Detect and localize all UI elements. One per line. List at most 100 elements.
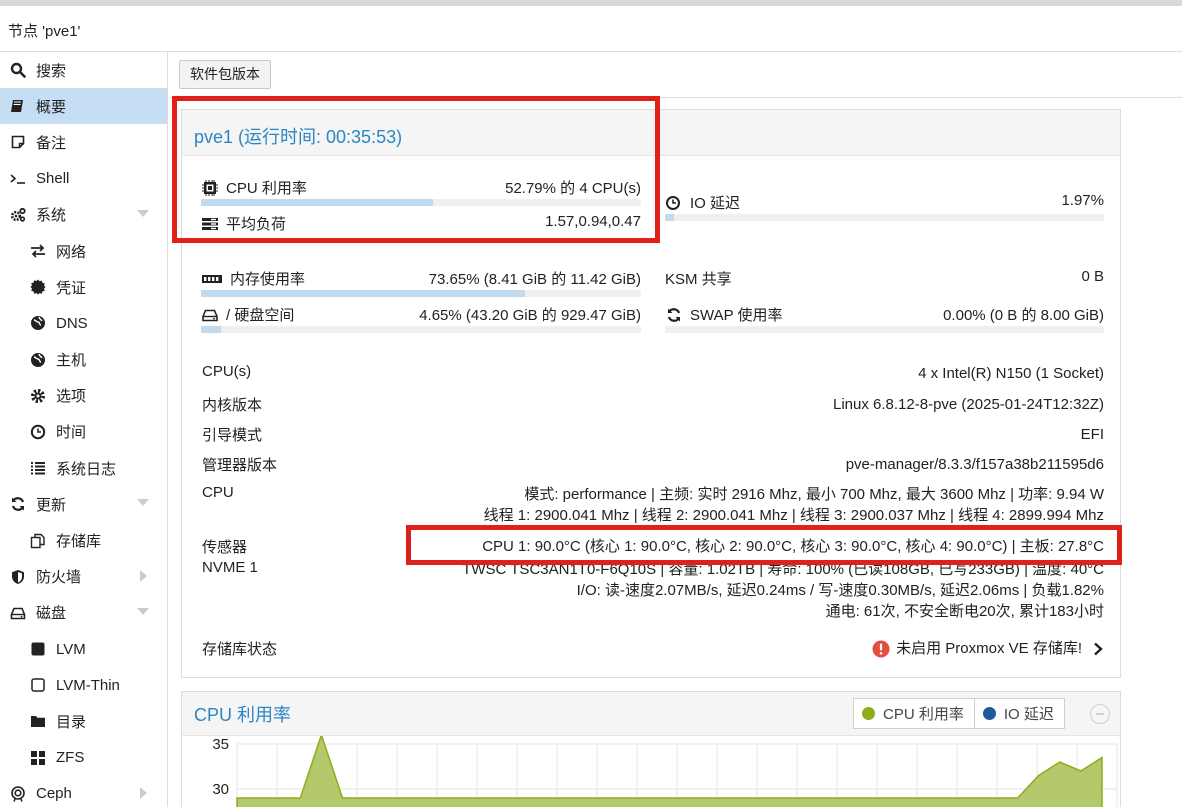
info-label: NVME 1 (202, 559, 258, 576)
sidebar-item-label: LVM-Thin (56, 676, 120, 694)
cpu-usage-chart: 35 30 (212, 736, 1118, 807)
sidebar-item-label: 存储库 (56, 533, 102, 551)
sidebar-item-syslog[interactable]: 系统日志 (0, 450, 167, 486)
ksm-sharing-value: 0 B (1081, 268, 1104, 285)
sidebar-item-summary[interactable]: 概要 (0, 88, 167, 125)
sidebar-item-label: Ceph (36, 785, 72, 803)
info-row-cpus: CPU(s) 4 x Intel(R) N150 (1 Socket) (202, 363, 1104, 385)
book-icon (8, 96, 28, 116)
chevron-right-icon[interactable] (140, 786, 147, 799)
memory-icon (202, 274, 222, 283)
sidebar-item-shell[interactable]: Shell (0, 161, 167, 197)
hdd-icon (8, 603, 28, 623)
sidebar-item-label: 目录 (56, 713, 87, 731)
sidebar-item-certificates[interactable]: 凭证 (0, 269, 167, 305)
chevron-down-icon[interactable] (137, 209, 149, 217)
info-row-repo-status: 存储库状态 未启用 Proxmox VE 存储库! (202, 638, 1104, 660)
chevron-down-icon[interactable] (137, 607, 149, 615)
sidebar-item-label: 概要 (36, 98, 67, 116)
sidebar-item-label: 磁盘 (36, 605, 67, 623)
globe-icon (28, 350, 48, 370)
sidebar-item-lvm[interactable]: LVM (0, 631, 167, 667)
sidebar-item-notes[interactable]: 备注 (0, 124, 167, 160)
search-icon (8, 60, 28, 80)
legend-dot-io (982, 707, 996, 720)
sidebar-item-repositories[interactable]: 存储库 (0, 522, 167, 558)
legend-dot-cpu (862, 707, 875, 720)
sidebar-item-lvm-thin[interactable]: LVM-Thin (0, 667, 167, 703)
io-delay-label: IO 延迟 (690, 195, 741, 212)
info-row-boot-mode: 引导模式 EFI (202, 424, 1104, 446)
sidebar-item-updates[interactable]: 更新 (0, 486, 167, 522)
sidebar-item-zfs[interactable]: ZFS (0, 740, 167, 776)
sidebar-item-network[interactable]: 网络 (0, 233, 167, 269)
chevron-right-icon[interactable] (140, 569, 147, 582)
disk-space-label: / 硬盘空间 (226, 307, 295, 324)
sidebar-item-dns[interactable]: DNS (0, 305, 167, 341)
disk-space-fill (201, 326, 222, 333)
sidebar-item-label: 选项 (56, 388, 87, 406)
sidebar-item-label: 系统 (36, 207, 67, 225)
info-label: 传感器 (202, 539, 248, 556)
sidebar-item-label: 更新 (36, 496, 67, 514)
certificate-icon (28, 277, 48, 297)
cpu-frequency-line: 模式: performance | 主频: 实时 2916 Mhz, 最小 70… (524, 486, 1104, 503)
legend-item-io[interactable]: IO 延迟 (973, 699, 1064, 728)
sidebar-item-label: 网络 (56, 243, 87, 261)
package-versions-button[interactable]: 软件包版本 (179, 60, 271, 89)
globe-icon (28, 313, 48, 333)
sidebar-item-time[interactable]: 时间 (0, 414, 167, 450)
sidebar-item-search[interactable]: 搜索 (0, 52, 167, 88)
legend-toggle-icon[interactable] (1090, 704, 1110, 724)
info-label: CPU(s) (202, 363, 252, 380)
note-icon (8, 132, 28, 152)
info-value: pve-manager/8.3.3/f157a38b211595d6 (845, 456, 1104, 473)
sidebar-item-options[interactable]: 选项 (0, 378, 167, 414)
io-delay-value: 1.97% (1061, 192, 1104, 209)
ceph-icon (8, 784, 28, 804)
info-label: 存储库状态 (202, 641, 278, 658)
sidebar-item-firewall[interactable]: 防火墙 (0, 559, 167, 595)
chevron-down-icon[interactable] (137, 499, 149, 507)
cpu-usage-chart-panel: CPU 利用率 CPU 利用率 IO 延迟 35 30 (181, 691, 1121, 807)
main-content: 软件包版本 pve1 (运行时间: 00:35:53) CPU 利用率 52.7… (169, 52, 1182, 807)
sidebar-item-label: 备注 (36, 134, 67, 152)
sidebar-item-label: 系统日志 (56, 460, 117, 478)
sidebar-item-system[interactable]: 系统 (0, 197, 167, 233)
sidebar-item-directory[interactable]: 目录 (0, 703, 167, 739)
exchange-icon (28, 241, 48, 261)
info-row-kernel: 内核版本 Linux 6.8.12-8-pve (2025-01-24T12:3… (202, 394, 1104, 416)
sidebar-item-label: 凭证 (56, 279, 87, 297)
ksm-sharing-stat: KSM 共享 0 B (665, 263, 1104, 299)
info-label: 管理器版本 (202, 457, 278, 474)
memory-usage-fill (201, 290, 526, 297)
memory-usage-bar (201, 290, 641, 297)
sidebar-item-label: 防火墙 (36, 569, 82, 587)
sidebar-item-ceph[interactable]: Ceph (0, 776, 167, 807)
clock-icon (28, 422, 48, 442)
legend-item-cpu[interactable]: CPU 利用率 (854, 699, 974, 728)
ksm-sharing-label: KSM 共享 (665, 271, 732, 288)
memory-usage-label: 内存使用率 (230, 271, 306, 288)
sidebar-item-disks[interactable]: 磁盘 (0, 595, 167, 631)
sidebar-item-label: LVM (56, 640, 86, 658)
swap-usage-bar (665, 326, 1104, 333)
repo-status-link[interactable]: 未启用 Proxmox VE 存储库! (872, 638, 1104, 659)
cpu-threads-line: 线程 1: 2900.041 Mhz | 线程 2: 2900.041 Mhz … (483, 507, 1104, 524)
highlight-box-sensors (406, 525, 1122, 565)
toolbar: 软件包版本 (169, 52, 1182, 98)
highlight-box-cpu-load (172, 96, 660, 243)
chevron-right-icon (1094, 642, 1103, 655)
warning-circle-icon (872, 640, 890, 657)
sidebar-item-hosts[interactable]: 主机 (0, 342, 167, 378)
sidebar-item-label: 时间 (56, 424, 87, 442)
y-tick-label: 35 (212, 736, 229, 753)
sidebar-item-label: Shell (36, 170, 70, 188)
sidebar-item-label: ZFS (56, 749, 85, 767)
nvme-io-line: I/O: 读-速度2.07MB/s, 延迟0.24ms / 写-速度0.30MB… (576, 582, 1104, 599)
sidebar: 搜索 概要 备注 Shell 系统 网络 凭证 DNS 主机 选项 时间 系统日… (0, 52, 168, 807)
node-title: 节点 'pve1' (0, 6, 1182, 52)
sidebar-item-label: 搜索 (36, 62, 67, 80)
info-label: CPU (202, 484, 234, 501)
disk-space-value: 4.65% (43.20 GiB 的 929.47 GiB) (419, 307, 641, 324)
